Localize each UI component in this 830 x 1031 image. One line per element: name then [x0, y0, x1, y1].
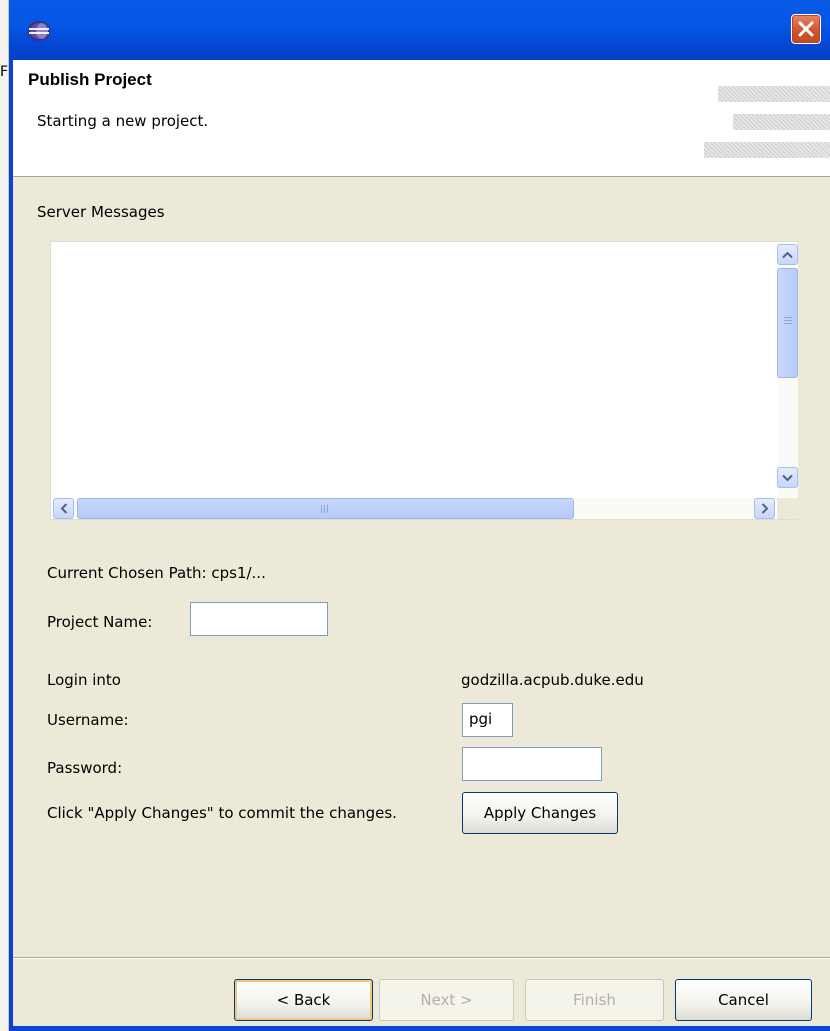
title-bar[interactable] [9, 0, 830, 60]
back-button[interactable]: < Back [234, 979, 373, 1021]
publish-project-dialog: Publish Project Starting a new project. … [9, 0, 830, 1031]
vertical-scrollbar-thumb[interactable] [777, 268, 798, 378]
username-input[interactable]: pgi [462, 703, 513, 737]
chevron-right-icon [761, 503, 768, 514]
scroll-left-button[interactable] [53, 498, 74, 519]
close-button[interactable] [791, 14, 821, 44]
apply-changes-button[interactable]: Apply Changes [462, 792, 618, 834]
finish-button[interactable]: Finish [525, 979, 664, 1021]
scroll-up-button[interactable] [777, 244, 798, 265]
chevron-down-icon [782, 474, 793, 481]
page-description: Starting a new project. [37, 112, 209, 130]
wizard-header: Publish Project Starting a new project. [13, 60, 830, 177]
password-input[interactable] [462, 747, 602, 781]
next-button[interactable]: Next > [379, 979, 514, 1021]
login-host-value: godzilla.acpub.duke.edu [461, 671, 644, 689]
header-banner-graphic [688, 80, 830, 160]
background-text-fragment: F [0, 64, 9, 80]
username-label: Username: [47, 711, 129, 729]
page-title: Publish Project [28, 70, 152, 89]
login-into-label: Login into [47, 671, 121, 689]
scroll-right-button[interactable] [754, 498, 775, 519]
chevron-up-icon [782, 251, 793, 258]
cancel-button[interactable]: Cancel [675, 979, 812, 1021]
project-name-label: Project Name: [47, 613, 153, 631]
server-messages-label: Server Messages [37, 203, 165, 221]
background-window-edge: F [0, 0, 9, 1031]
scrollbar-corner [777, 498, 798, 519]
current-path-label: Current Chosen Path: cps1/... [47, 564, 266, 582]
password-label: Password: [47, 759, 123, 777]
apply-hint-text: Click "Apply Changes" to commit the chan… [47, 804, 397, 822]
chevron-left-icon [60, 503, 67, 514]
scroll-down-button[interactable] [777, 467, 798, 488]
dialog-client-area: Publish Project Starting a new project. … [13, 60, 830, 1026]
project-name-input[interactable] [190, 602, 328, 636]
server-messages-textarea[interactable] [50, 241, 798, 520]
close-icon [798, 21, 814, 37]
eclipse-icon [28, 21, 50, 41]
horizontal-scrollbar-thumb[interactable] [77, 498, 574, 519]
footer-separator [13, 957, 830, 959]
